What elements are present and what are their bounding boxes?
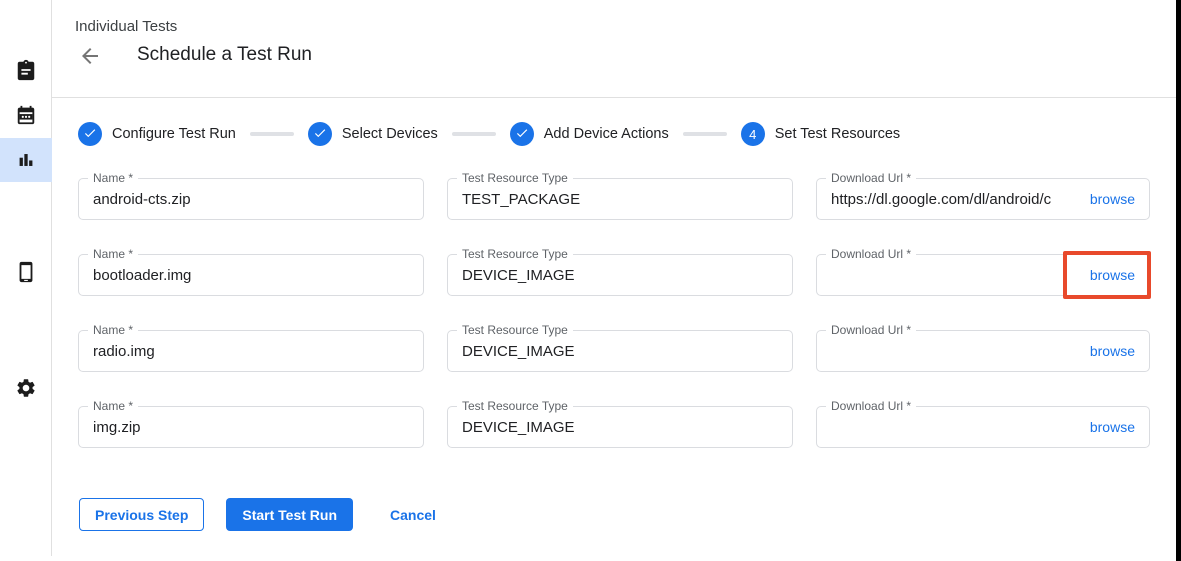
- check-icon: [83, 126, 97, 143]
- resource-type-label: Test Resource Type: [457, 247, 573, 262]
- step-connector: [250, 132, 294, 136]
- step-label: Set Test Resources: [775, 126, 900, 142]
- step-label: Configure Test Run: [112, 126, 236, 142]
- arrow-back-icon: [78, 44, 102, 71]
- download-url-field[interactable]: Download Url * browse: [816, 254, 1150, 296]
- step-add-device-actions[interactable]: Add Device Actions: [510, 122, 669, 146]
- resource-type-value: DEVICE_IMAGE: [462, 343, 778, 360]
- step-set-test-resources[interactable]: 4 Set Test Resources: [741, 122, 900, 146]
- stepper: Configure Test Run Select Devices Add De…: [78, 122, 900, 146]
- sidebar-item-calendar[interactable]: [0, 93, 52, 137]
- cancel-button[interactable]: Cancel: [386, 498, 440, 531]
- page-title: Schedule a Test Run: [137, 44, 312, 66]
- sidebar-item-bar-chart[interactable]: [0, 138, 52, 182]
- resource-type-value: TEST_PACKAGE: [462, 191, 778, 208]
- sidebar-item-clipboard[interactable]: [0, 48, 52, 92]
- step-label: Add Device Actions: [544, 126, 669, 142]
- resource-type-label: Test Resource Type: [457, 323, 573, 338]
- resource-type-field[interactable]: Test Resource Type DEVICE_IMAGE: [447, 254, 793, 296]
- calendar-icon: [15, 104, 37, 126]
- name-field[interactable]: Name * android-cts.zip: [78, 178, 424, 220]
- breadcrumb: Individual Tests: [75, 18, 177, 35]
- resource-type-field[interactable]: Test Resource Type DEVICE_IMAGE: [447, 406, 793, 448]
- resource-type-field[interactable]: Test Resource Type TEST_PACKAGE: [447, 178, 793, 220]
- settings-icon: [15, 377, 37, 399]
- download-url-label: Download Url *: [826, 399, 916, 414]
- sidebar: [0, 0, 52, 556]
- check-icon: [313, 126, 327, 143]
- check-icon: [515, 126, 529, 143]
- step-select-devices[interactable]: Select Devices: [308, 122, 438, 146]
- header-divider: [52, 97, 1176, 98]
- bar-chart-icon: [15, 149, 37, 171]
- name-label: Name *: [88, 399, 138, 414]
- browse-link[interactable]: browse: [1090, 343, 1135, 359]
- step-connector: [683, 132, 727, 136]
- name-label: Name *: [88, 247, 138, 262]
- resource-type-value: DEVICE_IMAGE: [462, 267, 778, 284]
- resource-type-value: DEVICE_IMAGE: [462, 419, 778, 436]
- name-field[interactable]: Name * img.zip: [78, 406, 424, 448]
- step-label: Select Devices: [342, 126, 438, 142]
- name-label: Name *: [88, 323, 138, 338]
- clipboard-icon: [15, 59, 37, 81]
- resource-type-label: Test Resource Type: [457, 171, 573, 186]
- name-value: bootloader.img: [93, 267, 409, 284]
- download-url-label: Download Url *: [826, 247, 916, 262]
- name-label: Name *: [88, 171, 138, 186]
- download-url-value: https://dl.google.com/dl/android/c: [831, 191, 1082, 208]
- step-complete-circle: [308, 122, 332, 146]
- step-complete-circle: [78, 122, 102, 146]
- step-configure-test-run[interactable]: Configure Test Run: [78, 122, 236, 146]
- step-complete-circle: [510, 122, 534, 146]
- previous-step-button[interactable]: Previous Step: [79, 498, 204, 531]
- sidebar-item-smartphone[interactable]: [0, 250, 52, 294]
- download-url-label: Download Url *: [826, 323, 916, 338]
- step-connector: [452, 132, 496, 136]
- resource-type-label: Test Resource Type: [457, 399, 573, 414]
- resource-type-field[interactable]: Test Resource Type DEVICE_IMAGE: [447, 330, 793, 372]
- smartphone-icon: [15, 261, 37, 283]
- sidebar-item-settings[interactable]: [0, 366, 52, 410]
- name-value: radio.img: [93, 343, 409, 360]
- download-url-field[interactable]: Download Url * browse: [816, 406, 1150, 448]
- download-url-label: Download Url *: [826, 171, 916, 186]
- step-number-circle: 4: [741, 122, 765, 146]
- start-test-run-button[interactable]: Start Test Run: [226, 498, 353, 531]
- test-resources-form: Name * android-cts.zip Test Resource Typ…: [78, 178, 1150, 448]
- name-field[interactable]: Name * radio.img: [78, 330, 424, 372]
- browse-link[interactable]: browse: [1090, 419, 1135, 435]
- name-field[interactable]: Name * bootloader.img: [78, 254, 424, 296]
- step-number: 4: [749, 127, 756, 142]
- browse-link[interactable]: browse: [1090, 267, 1135, 283]
- form-actions: Previous Step Start Test Run Cancel: [79, 498, 440, 531]
- back-button[interactable]: [78, 45, 104, 69]
- window-right-edge: [1176, 0, 1181, 561]
- download-url-field[interactable]: Download Url * browse: [816, 330, 1150, 372]
- download-url-field[interactable]: Download Url * https://dl.google.com/dl/…: [816, 178, 1150, 220]
- name-value: img.zip: [93, 419, 409, 436]
- name-value: android-cts.zip: [93, 191, 409, 208]
- browse-link[interactable]: browse: [1090, 191, 1135, 207]
